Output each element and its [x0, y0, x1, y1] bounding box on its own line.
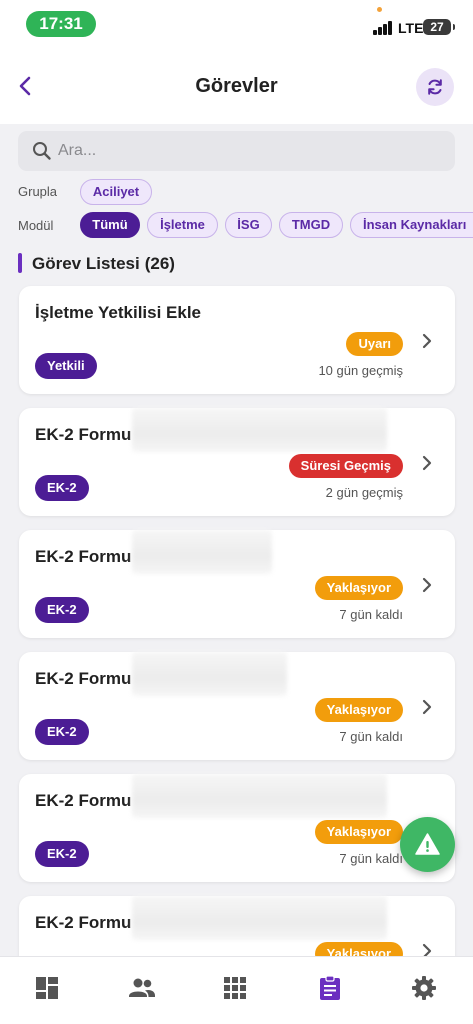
signal-icon	[373, 21, 395, 35]
task-due: 7 gün kaldı	[339, 607, 403, 622]
dashboard-icon	[36, 977, 58, 999]
nav-dashboard[interactable]	[33, 974, 63, 1004]
redacted-text	[132, 652, 287, 696]
warning-icon	[415, 833, 440, 855]
nav-apps[interactable]	[221, 974, 251, 1004]
chip-isletme[interactable]: İşletme	[147, 212, 218, 238]
search-icon	[33, 142, 51, 160]
chip-aciliyet[interactable]: Aciliyet	[80, 179, 152, 205]
people-icon	[129, 978, 155, 997]
list-header: Görev Listesi (26)	[32, 254, 175, 274]
nav-settings[interactable]	[410, 974, 440, 1004]
chip-tmgd[interactable]: TMGD	[279, 212, 343, 238]
redacted-text	[132, 408, 387, 452]
status-badge: Süresi Geçmiş	[288, 454, 403, 478]
task-tag: Yetkili	[35, 353, 97, 379]
chip-tumu[interactable]: Tümü	[80, 212, 140, 238]
apps-grid-icon	[224, 977, 246, 999]
module-label: Modül	[18, 218, 54, 233]
task-due: 7 gün kaldı	[339, 851, 403, 866]
list-header-accent	[18, 253, 22, 273]
task-title: EK-2 Formu	[35, 669, 132, 688]
search-input[interactable]	[58, 131, 438, 171]
list-count: (26)	[144, 254, 175, 273]
page-title: Görevler	[195, 75, 278, 97]
task-tag: EK-2	[35, 719, 89, 745]
recording-dot-icon	[377, 7, 382, 12]
status-badge: Uyarı	[346, 332, 403, 356]
task-tag: EK-2	[35, 841, 89, 867]
chip-isg[interactable]: İSG	[225, 212, 272, 238]
chevron-right-icon	[422, 333, 432, 349]
refresh-icon	[428, 79, 442, 95]
refresh-button[interactable]	[416, 68, 454, 106]
task-due: 10 gün geçmiş	[318, 363, 403, 378]
task-card[interactable]: EK-2 Formu EK-2 Yaklaşıyor 7 gün kaldı	[19, 774, 455, 882]
settings-gear-icon	[412, 976, 436, 1000]
redacted-text	[132, 896, 387, 940]
redacted-text	[132, 774, 387, 818]
nav-tasks[interactable]	[316, 974, 346, 1004]
group-label: Grupla	[18, 184, 58, 199]
battery-level: 27	[430, 20, 444, 34]
task-card[interactable]: İşletme Yetkilisi Ekle Yetkili Uyarı 10 …	[19, 286, 455, 394]
task-tag: EK-2	[35, 597, 89, 623]
task-due: 2 gün geçmiş	[325, 485, 403, 500]
task-due: 7 gün kaldı	[339, 729, 403, 744]
warning-fab[interactable]	[400, 817, 455, 872]
battery-icon: 27	[423, 19, 455, 35]
redacted-text	[132, 530, 272, 574]
status-time: 17:31	[26, 11, 96, 37]
task-title: EK-2 Formu	[35, 791, 132, 810]
task-tag: EK-2	[35, 475, 89, 501]
chevron-right-icon	[422, 455, 432, 471]
network-type: LTE	[398, 20, 424, 36]
status-bar: 17:31 LTE 27	[0, 0, 473, 48]
status-badge: Yaklaşıyor	[314, 820, 403, 844]
task-card[interactable]: EK-2 Formu EK-2 Yaklaşıyor 7 gün kaldı	[19, 530, 455, 638]
task-title: EK-2 Formu	[35, 913, 132, 932]
nav-people[interactable]	[127, 974, 157, 1004]
bottom-nav	[0, 956, 473, 1024]
task-title: EK-2 Formu	[35, 425, 132, 444]
task-title: İşletme Yetkilisi Ekle	[35, 303, 202, 322]
chevron-right-icon	[422, 577, 432, 593]
list-title: Görev Listesi	[32, 254, 140, 273]
task-card[interactable]: EK-2 Formu EK-2 Yaklaşıyor 7 gün kaldı	[19, 652, 455, 760]
app-header: Görevler	[0, 48, 473, 124]
chevron-right-icon	[422, 699, 432, 715]
search-bar[interactable]	[18, 131, 455, 171]
task-title: EK-2 Formu	[35, 547, 132, 566]
clipboard-icon	[320, 975, 340, 1000]
task-card[interactable]: EK-2 Formu EK-2 Süresi Geçmiş 2 gün geçm…	[19, 408, 455, 516]
status-badge: Yaklaşıyor	[314, 576, 403, 600]
status-badge: Yaklaşıyor	[314, 698, 403, 722]
chip-insan-kaynaklari[interactable]: İnsan Kaynakları	[350, 212, 473, 238]
